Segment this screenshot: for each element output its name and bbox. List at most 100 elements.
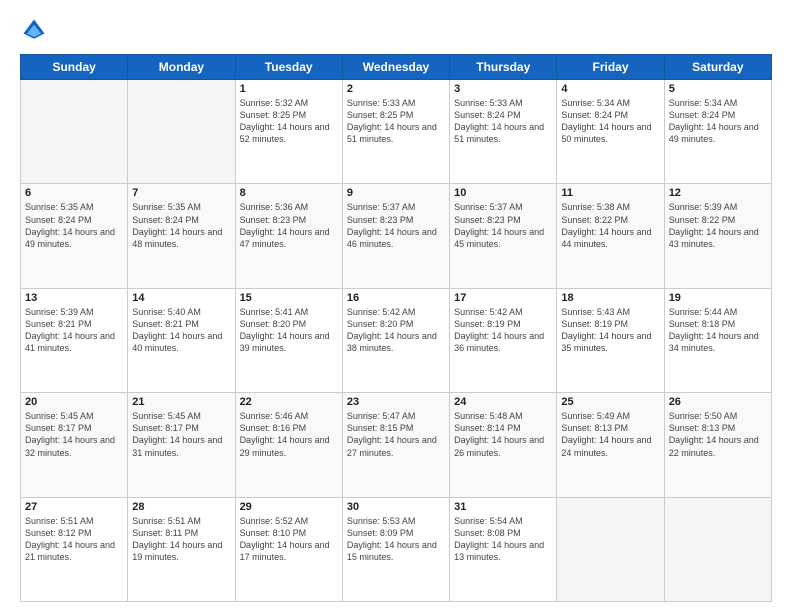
calendar-cell: 24 Sunrise: 5:48 AMSunset: 8:14 PMDayligh…: [450, 393, 557, 497]
day-number: 31: [454, 501, 552, 513]
calendar-cell: 13Sunrise: 5:39 AMSunset: 8:21 PMDayligh…: [21, 288, 128, 392]
day-number: 25: [561, 396, 659, 408]
cell-content: Sunrise: 5:51 AMSunset: 8:11 PMDaylight:…: [132, 515, 230, 564]
day-of-week-header: Friday: [557, 55, 664, 80]
calendar-cell: 12 Sunrise: 5:39 AMSunset: 8:22 PMDayligh…: [664, 184, 771, 288]
day-number: 2: [347, 83, 445, 95]
day-of-week-header: Tuesday: [235, 55, 342, 80]
day-number: 19: [669, 292, 767, 304]
day-number: 17: [454, 292, 552, 304]
calendar-cell: 6Sunrise: 5:35 AMSunset: 8:24 PMDaylight…: [21, 184, 128, 288]
cell-content: Sunrise: 5:49 AMSunset: 8:13 PMDaylight:…: [561, 410, 659, 459]
calendar-cell: 22 Sunrise: 5:46 AMSunset: 8:16 PMDayligh…: [235, 393, 342, 497]
cell-content: Sunrise: 5:35 AMSunset: 8:24 PMDaylight:…: [25, 201, 123, 250]
calendar-week-row: 1 Sunrise: 5:32 AMSunset: 8:25 PMDaylight…: [21, 80, 772, 184]
day-number: 5: [669, 83, 767, 95]
calendar-cell: 9 Sunrise: 5:37 AMSunset: 8:23 PMDaylight…: [342, 184, 449, 288]
calendar-header-row: SundayMondayTuesdayWednesdayThursdayFrid…: [21, 55, 772, 80]
day-number: 1: [240, 83, 338, 95]
calendar-cell: 28 Sunrise: 5:51 AMSunset: 8:11 PMDayligh…: [128, 497, 235, 601]
day-number: 8: [240, 187, 338, 199]
cell-content: Sunrise: 5:48 AMSunset: 8:14 PMDaylight:…: [454, 410, 552, 459]
day-number: 10: [454, 187, 552, 199]
day-number: 22: [240, 396, 338, 408]
calendar-cell: 29 Sunrise: 5:52 AMSunset: 8:10 PMDayligh…: [235, 497, 342, 601]
calendar-cell: [664, 497, 771, 601]
day-number: 11: [561, 187, 659, 199]
day-number: 24: [454, 396, 552, 408]
cell-content: Sunrise: 5:40 AMSunset: 8:21 PMDaylight:…: [132, 306, 230, 355]
calendar-cell: 23Sunrise: 5:47 AMSunset: 8:15 PMDayligh…: [342, 393, 449, 497]
day-of-week-header: Wednesday: [342, 55, 449, 80]
day-number: 16: [347, 292, 445, 304]
day-number: 3: [454, 83, 552, 95]
calendar-cell: 11 Sunrise: 5:38 AMSunset: 8:22 PMDayligh…: [557, 184, 664, 288]
day-number: 29: [240, 501, 338, 513]
day-number: 7: [132, 187, 230, 199]
cell-content: Sunrise: 5:45 AMSunset: 8:17 PMDaylight:…: [132, 410, 230, 459]
calendar-cell: [557, 497, 664, 601]
day-number: 27: [25, 501, 123, 513]
day-of-week-header: Sunday: [21, 55, 128, 80]
cell-content: Sunrise: 5:43 AMSunset: 8:19 PMDaylight:…: [561, 306, 659, 355]
day-number: 21: [132, 396, 230, 408]
logo-icon: [20, 16, 48, 44]
cell-content: Sunrise: 5:46 AMSunset: 8:16 PMDaylight:…: [240, 410, 338, 459]
calendar-cell: 30Sunrise: 5:53 AMSunset: 8:09 PMDayligh…: [342, 497, 449, 601]
page: SundayMondayTuesdayWednesdayThursdayFrid…: [0, 0, 792, 612]
day-number: 4: [561, 83, 659, 95]
calendar-cell: 14Sunrise: 5:40 AMSunset: 8:21 PMDayligh…: [128, 288, 235, 392]
cell-content: Sunrise: 5:45 AMSunset: 8:17 PMDaylight:…: [25, 410, 123, 459]
day-number: 18: [561, 292, 659, 304]
calendar-cell: [128, 80, 235, 184]
cell-content: Sunrise: 5:41 AMSunset: 8:20 PMDaylight:…: [240, 306, 338, 355]
day-number: 20: [25, 396, 123, 408]
calendar-cell: 26 Sunrise: 5:50 AMSunset: 8:13 PMDayligh…: [664, 393, 771, 497]
cell-content: Sunrise: 5:37 AMSunset: 8:23 PMDaylight:…: [454, 201, 552, 250]
calendar-table: SundayMondayTuesdayWednesdayThursdayFrid…: [20, 54, 772, 602]
logo: [20, 16, 52, 44]
cell-content: Sunrise: 5:51 AMSunset: 8:12 PMDaylight:…: [25, 515, 123, 564]
calendar-cell: 3Sunrise: 5:33 AMSunset: 8:24 PMDaylight…: [450, 80, 557, 184]
cell-content: Sunrise: 5:42 AMSunset: 8:19 PMDaylight:…: [454, 306, 552, 355]
calendar-cell: 27 Sunrise: 5:51 AMSunset: 8:12 PMDayligh…: [21, 497, 128, 601]
day-number: 30: [347, 501, 445, 513]
calendar-cell: [21, 80, 128, 184]
calendar-cell: 10 Sunrise: 5:37 AMSunset: 8:23 PMDayligh…: [450, 184, 557, 288]
day-number: 23: [347, 396, 445, 408]
cell-content: Sunrise: 5:32 AMSunset: 8:25 PMDaylight:…: [240, 97, 338, 146]
calendar-cell: 18 Sunrise: 5:43 AMSunset: 8:19 PMDayligh…: [557, 288, 664, 392]
day-number: 12: [669, 187, 767, 199]
day-number: 26: [669, 396, 767, 408]
calendar-cell: 31 Sunrise: 5:54 AMSunset: 8:08 PMDayligh…: [450, 497, 557, 601]
day-number: 9: [347, 187, 445, 199]
header: [20, 16, 772, 44]
calendar-week-row: 6Sunrise: 5:35 AMSunset: 8:24 PMDaylight…: [21, 184, 772, 288]
day-number: 28: [132, 501, 230, 513]
cell-content: Sunrise: 5:37 AMSunset: 8:23 PMDaylight:…: [347, 201, 445, 250]
day-of-week-header: Monday: [128, 55, 235, 80]
day-number: 13: [25, 292, 123, 304]
calendar-cell: 17 Sunrise: 5:42 AMSunset: 8:19 PMDayligh…: [450, 288, 557, 392]
calendar-cell: 2 Sunrise: 5:33 AMSunset: 8:25 PMDaylight…: [342, 80, 449, 184]
calendar-week-row: 13Sunrise: 5:39 AMSunset: 8:21 PMDayligh…: [21, 288, 772, 392]
cell-content: Sunrise: 5:50 AMSunset: 8:13 PMDaylight:…: [669, 410, 767, 459]
cell-content: Sunrise: 5:39 AMSunset: 8:22 PMDaylight:…: [669, 201, 767, 250]
cell-content: Sunrise: 5:52 AMSunset: 8:10 PMDaylight:…: [240, 515, 338, 564]
calendar-cell: 4Sunrise: 5:34 AMSunset: 8:24 PMDaylight…: [557, 80, 664, 184]
cell-content: Sunrise: 5:35 AMSunset: 8:24 PMDaylight:…: [132, 201, 230, 250]
calendar-cell: 25 Sunrise: 5:49 AMSunset: 8:13 PMDayligh…: [557, 393, 664, 497]
calendar-cell: 7 Sunrise: 5:35 AMSunset: 8:24 PMDaylight…: [128, 184, 235, 288]
cell-content: Sunrise: 5:36 AMSunset: 8:23 PMDaylight:…: [240, 201, 338, 250]
calendar-cell: 16 Sunrise: 5:42 AMSunset: 8:20 PMDayligh…: [342, 288, 449, 392]
cell-content: Sunrise: 5:42 AMSunset: 8:20 PMDaylight:…: [347, 306, 445, 355]
cell-content: Sunrise: 5:38 AMSunset: 8:22 PMDaylight:…: [561, 201, 659, 250]
calendar-cell: 21 Sunrise: 5:45 AMSunset: 8:17 PMDayligh…: [128, 393, 235, 497]
cell-content: Sunrise: 5:44 AMSunset: 8:18 PMDaylight:…: [669, 306, 767, 355]
calendar-cell: 8 Sunrise: 5:36 AMSunset: 8:23 PMDaylight…: [235, 184, 342, 288]
day-of-week-header: Thursday: [450, 55, 557, 80]
day-number: 15: [240, 292, 338, 304]
calendar-cell: 19 Sunrise: 5:44 AMSunset: 8:18 PMDayligh…: [664, 288, 771, 392]
cell-content: Sunrise: 5:33 AMSunset: 8:25 PMDaylight:…: [347, 97, 445, 146]
cell-content: Sunrise: 5:54 AMSunset: 8:08 PMDaylight:…: [454, 515, 552, 564]
